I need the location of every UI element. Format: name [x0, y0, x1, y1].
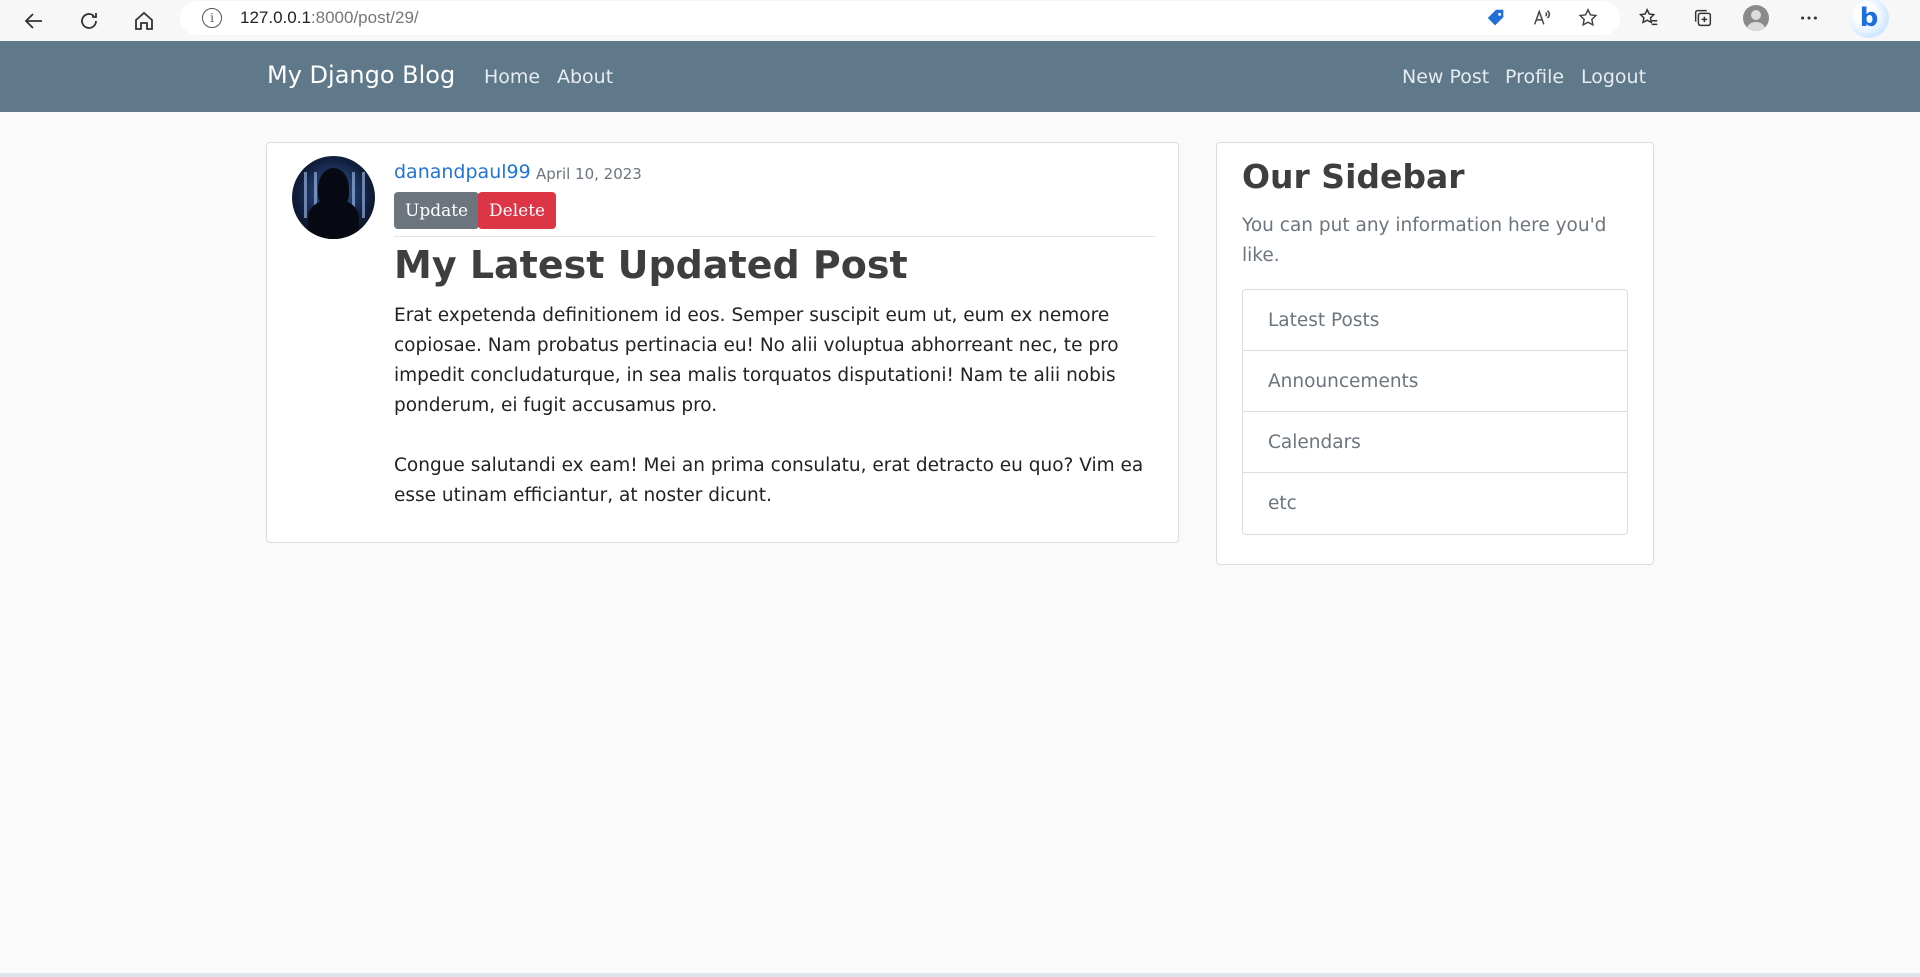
sidebar-text: You can put any information here you'd l…: [1242, 215, 1607, 266]
url-host: 127.0.0.1: [240, 8, 311, 27]
sidebar: Our Sidebar You can put any information …: [1216, 142, 1654, 565]
bing-copilot-icon[interactable]: b: [1849, 0, 1889, 38]
brand-link[interactable]: My Django Blog: [267, 61, 455, 89]
sidebar-item-announcements[interactable]: Announcements: [1243, 351, 1627, 412]
refresh-icon[interactable]: [69, 3, 109, 39]
back-icon[interactable]: [14, 3, 54, 39]
sidebar-item-etc[interactable]: etc: [1243, 473, 1627, 534]
post-title: My Latest Updated Post: [394, 243, 908, 287]
author-avatar: [292, 156, 375, 239]
post-date: April 10, 2023: [536, 165, 642, 183]
site-info-icon[interactable]: i: [202, 8, 222, 28]
price-tag-icon[interactable]: [1482, 4, 1510, 32]
collections-icon[interactable]: [1689, 4, 1717, 32]
address-bar[interactable]: i 127.0.0.1:8000/post/29/: [180, 1, 1620, 35]
nav-new-post[interactable]: New Post: [1402, 66, 1489, 88]
delete-button[interactable]: Delete: [478, 192, 557, 229]
nav-home[interactable]: Home: [484, 66, 540, 88]
browser-toolbar: i 127.0.0.1:8000/post/29/ b: [0, 0, 1920, 41]
url-text[interactable]: 127.0.0.1:8000/post/29/: [240, 8, 419, 28]
sidebar-item-calendars[interactable]: Calendars: [1243, 412, 1627, 473]
nav-about[interactable]: About: [557, 66, 613, 88]
sidebar-title: Our Sidebar: [1242, 157, 1465, 196]
post-card: danandpaul99 April 10, 2023 Update Delet…: [266, 142, 1179, 543]
divider: [394, 236, 1156, 237]
favorites-icon[interactable]: [1635, 4, 1663, 32]
post-author-link[interactable]: danandpaul99: [394, 161, 531, 183]
post-content: Erat expetenda definitionem id eos. Semp…: [394, 301, 1164, 511]
update-button[interactable]: Update: [394, 192, 480, 229]
window-bottom-edge: [0, 973, 1920, 977]
home-icon[interactable]: [124, 3, 164, 39]
site-navbar: My Django Blog Home About New Post Profi…: [0, 41, 1920, 112]
post-paragraph: Congue salutandi ex eam! Mei an prima co…: [394, 455, 1144, 506]
favorite-add-icon[interactable]: [1574, 4, 1602, 32]
post-paragraph: Erat expetenda definitionem id eos. Semp…: [394, 305, 1119, 416]
nav-profile[interactable]: Profile: [1505, 66, 1564, 88]
nav-logout[interactable]: Logout: [1581, 66, 1646, 88]
read-aloud-icon[interactable]: [1528, 4, 1556, 32]
more-options-icon[interactable]: [1795, 4, 1823, 32]
profile-avatar-icon[interactable]: [1743, 5, 1769, 31]
url-path: :8000/post/29/: [310, 8, 419, 27]
sidebar-item-latest-posts[interactable]: Latest Posts: [1243, 290, 1627, 351]
sidebar-list: Latest Posts Announcements Calendars etc: [1242, 289, 1628, 535]
